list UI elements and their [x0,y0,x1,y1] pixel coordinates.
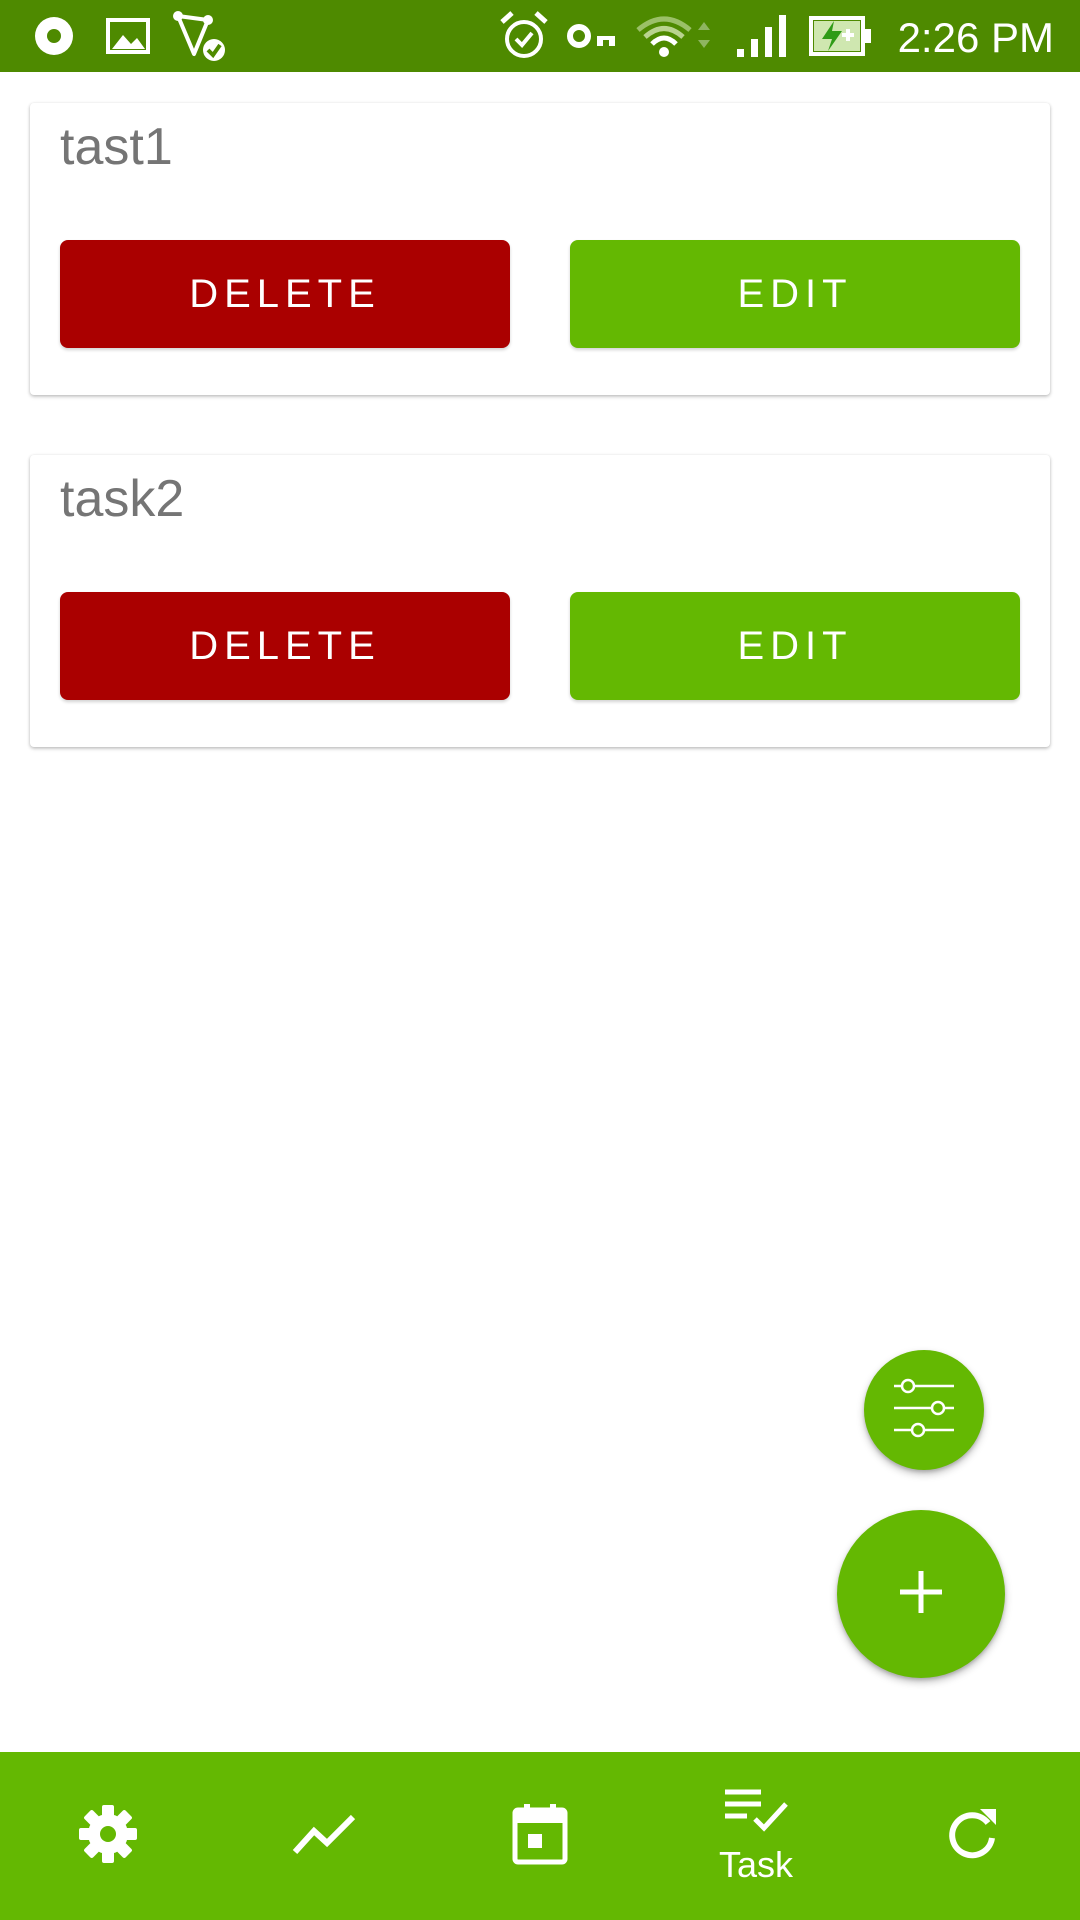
location-check-icon [170,11,230,61]
media-disc-icon [30,12,78,60]
delete-button-label: DELETE [189,271,381,316]
alarm-icon [496,11,552,60]
delete-button-label: DELETE [189,623,381,668]
tune-sliders-icon [891,1375,957,1446]
add-task-fab-button[interactable] [837,1510,1005,1678]
delete-button[interactable]: DELETE [60,240,510,348]
task-check-icon [723,1787,789,1838]
task-title: task2 [60,470,185,528]
signal-icon [734,12,790,60]
nav-item-label: Task [718,1843,794,1885]
plus-icon [897,1568,945,1621]
wifi-icon [634,12,714,60]
edit-button-label: EDIT [737,271,853,316]
image-icon [104,12,152,60]
task-card: task2 DELETE EDIT [30,455,1050,747]
refresh-icon [944,1806,1000,1867]
edit-button[interactable]: EDIT [570,592,1020,700]
edit-button-label: EDIT [737,623,853,668]
calendar-icon [512,1803,568,1870]
battery-charging-icon [806,12,876,60]
filter-fab-button[interactable] [864,1350,984,1470]
bottom-navigation: Task [0,1752,1080,1920]
task-title: tast1 [60,118,173,176]
task-card: tast1 DELETE EDIT [30,103,1050,395]
nav-item-calendar[interactable] [432,1752,648,1920]
status-bar: 2:26 PM [0,0,1080,72]
gear-icon [78,1804,138,1869]
nav-item-settings[interactable] [0,1752,216,1920]
nav-item-task[interactable]: Task [648,1752,864,1920]
delete-button[interactable]: DELETE [60,592,510,700]
vpn-key-icon [566,12,618,60]
nav-item-refresh[interactable] [864,1752,1080,1920]
trend-chart-icon [292,1812,356,1861]
status-time: 2:26 PM [897,14,1054,61]
edit-button[interactable]: EDIT [570,240,1020,348]
nav-item-stats[interactable] [216,1752,432,1920]
